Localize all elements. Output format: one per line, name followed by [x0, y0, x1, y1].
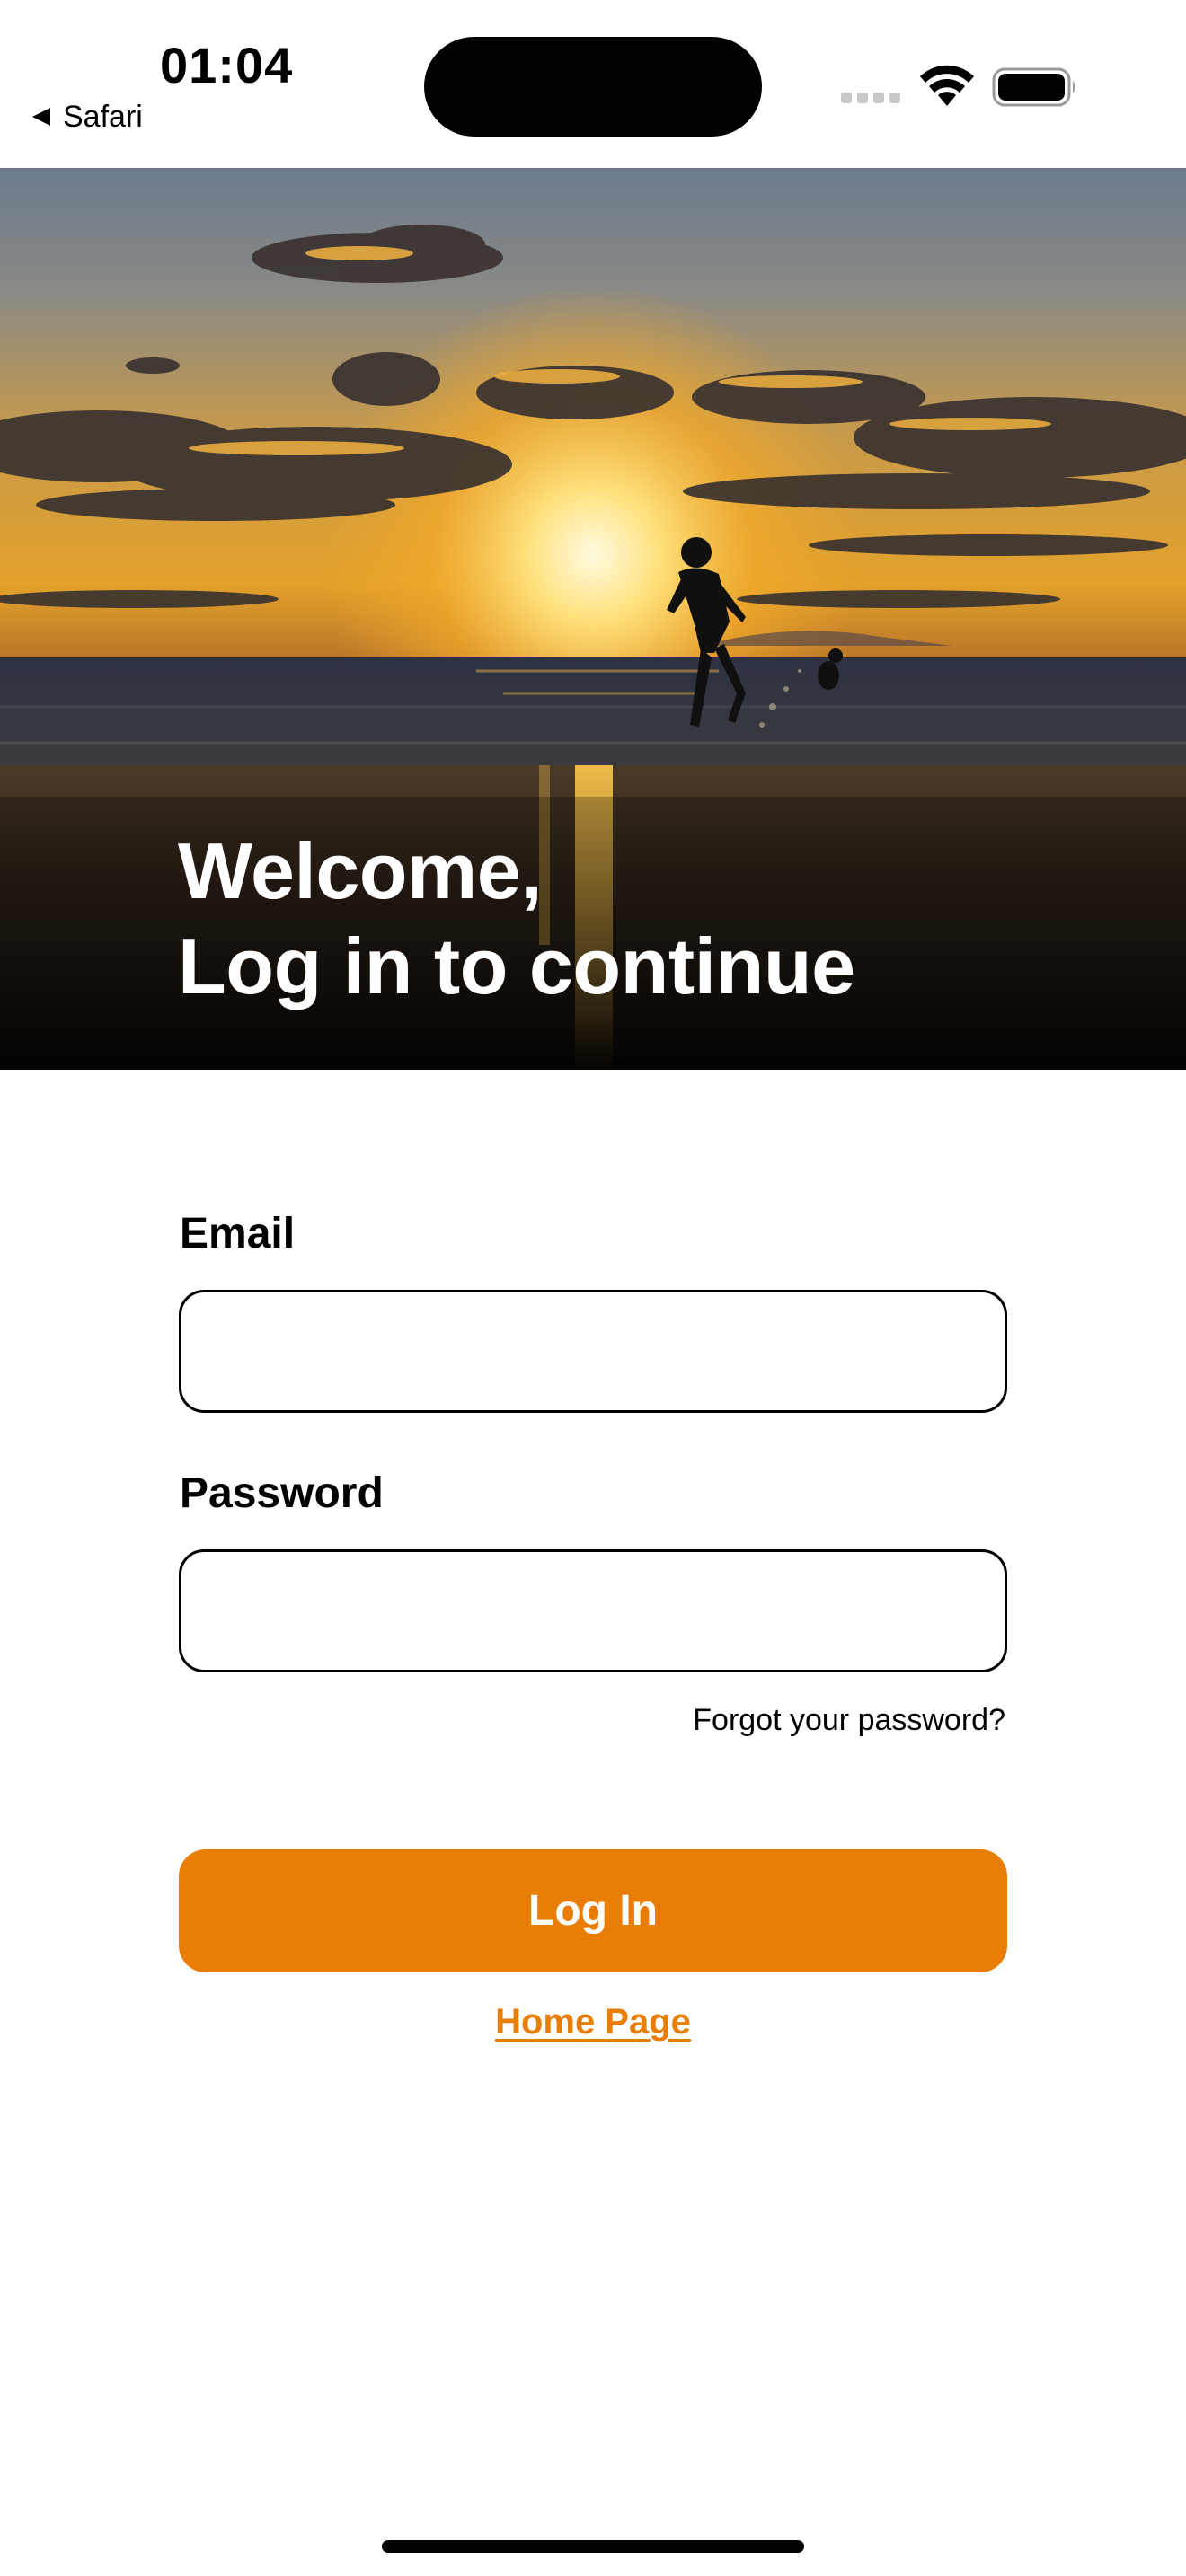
forgot-password-link[interactable]: Forgot your password?	[693, 1700, 1005, 1740]
battery-icon	[992, 67, 1075, 107]
home-indicator[interactable]	[382, 2540, 804, 2553]
login-button[interactable]: Log In	[179, 1849, 1007, 1972]
welcome-heading-line2: Log in to continue	[178, 922, 855, 1010]
home-page-link-container: Home Page	[0, 1998, 1186, 2045]
login-screen: 01:04 Safari Welcome, Log in to continue…	[0, 0, 1186, 2576]
welcome-heading: Welcome, Log in to continue	[178, 824, 855, 1014]
back-app-label: Safari	[63, 100, 143, 134]
home-page-link[interactable]: Home Page	[495, 2002, 691, 2042]
hero-banner: Welcome, Log in to continue	[0, 168, 1186, 1070]
back-triangle-icon	[32, 108, 50, 126]
welcome-heading-line1: Welcome,	[178, 826, 543, 915]
back-to-safari-button[interactable]: Safari	[32, 99, 143, 135]
email-label: Email	[180, 1210, 296, 1257]
dynamic-island	[424, 37, 762, 137]
wifi-icon	[920, 65, 974, 106]
status-bar: 01:04 Safari	[0, 0, 1186, 168]
email-field[interactable]	[179, 1290, 1007, 1413]
signal-icon	[841, 91, 902, 103]
status-time: 01:04	[160, 37, 294, 93]
password-label: Password	[180, 1469, 384, 1517]
password-field[interactable]	[179, 1549, 1007, 1672]
